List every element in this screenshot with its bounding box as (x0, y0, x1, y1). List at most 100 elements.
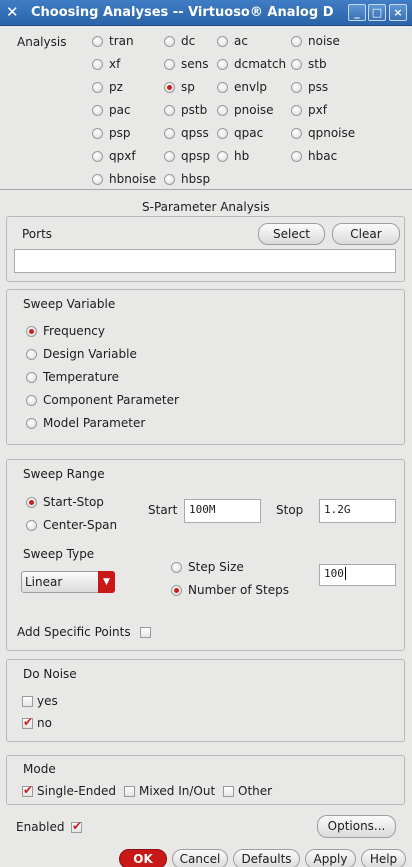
cancel-button[interactable]: Cancel (172, 849, 228, 867)
analysis-envlp-radio[interactable] (217, 82, 228, 93)
analysis-hbsp-radio[interactable] (164, 174, 175, 185)
analysis-pac-radio[interactable] (92, 105, 103, 116)
analysis-dc-label: dc (181, 34, 196, 48)
start-label: Start (148, 503, 178, 517)
minimize-button[interactable]: _ (348, 4, 366, 21)
analysis-qpss-radio[interactable] (164, 128, 175, 139)
analysis-qpsp-radio[interactable] (164, 151, 175, 162)
analysis-noise-radio[interactable] (291, 36, 302, 47)
dropdown-arrow-icon[interactable]: ▼ (98, 571, 115, 593)
ok-button[interactable]: OK (119, 849, 167, 867)
analysis-xf-radio[interactable] (92, 59, 103, 70)
analysis-qpnoise-label: qpnoise (308, 126, 356, 140)
analysis-qpxf-radio[interactable] (92, 151, 103, 162)
analysis-sp-radio[interactable] (164, 82, 175, 93)
analysis-label: Analysis (17, 35, 67, 49)
analysis-ac-radio[interactable] (217, 36, 228, 47)
clear-button[interactable]: Clear (332, 223, 400, 245)
mode-label: Mode (23, 762, 56, 776)
add-points-label: Add Specific Points (17, 625, 131, 639)
select-button[interactable]: Select (258, 223, 325, 245)
analysis-qpsp-label: qpsp (181, 149, 211, 163)
analysis-sp-label: sp (181, 80, 195, 94)
analysis-stb-radio[interactable] (291, 59, 302, 70)
sweep-var-temperature-radio[interactable] (26, 372, 37, 383)
analysis-tran-radio[interactable] (92, 36, 103, 47)
range-start-stop-label: Start-Stop (43, 495, 104, 509)
sweep-var-model-parameter-radio[interactable] (26, 418, 37, 429)
mode-mixed-in-out-label: Mixed In/Out (139, 784, 216, 798)
analysis-pss-radio[interactable] (291, 82, 302, 93)
stop-input[interactable]: 1.2G (319, 499, 396, 523)
analysis-pz-radio[interactable] (92, 82, 103, 93)
analysis-hb-label: hb (234, 149, 250, 163)
sweep-range-label: Sweep Range (23, 467, 105, 481)
analysis-pnoise-radio[interactable] (217, 105, 228, 116)
divider (0, 189, 412, 190)
app-menu-icon[interactable]: ✕ (6, 3, 19, 21)
maximize-button[interactable]: □ (368, 4, 386, 21)
analysis-qpac-radio[interactable] (217, 128, 228, 139)
analysis-dcmatch-radio[interactable] (217, 59, 228, 70)
analysis-hbac-label: hbac (308, 149, 338, 163)
step-step-size-radio[interactable] (171, 562, 182, 573)
add-points-checkbox[interactable] (140, 627, 151, 638)
analysis-qpss-label: qpss (181, 126, 209, 140)
step-number-of-steps-radio[interactable] (171, 585, 182, 596)
mode-other-label: Other (238, 784, 273, 798)
enabled-checkbox[interactable] (71, 819, 82, 833)
analysis-tran-label: tran (109, 34, 134, 48)
sweep-var-design-variable-radio[interactable] (26, 349, 37, 360)
defaults-button[interactable]: Defaults (233, 849, 300, 867)
sweep-variable-label: Sweep Variable (23, 297, 116, 311)
analysis-stb-label: stb (308, 57, 327, 71)
analysis-psp-radio[interactable] (92, 128, 103, 139)
sweep-type-label: Sweep Type (23, 547, 95, 561)
analysis-pz-label: pz (109, 80, 123, 94)
range-center-span-radio[interactable] (26, 520, 37, 531)
start-input[interactable]: 100M (184, 499, 261, 523)
window-title: Choosing Analyses -- Virtuoso® Analog D (31, 5, 334, 20)
sweep-var-frequency-radio[interactable] (26, 326, 37, 337)
sweep-var-model-parameter-label: Model Parameter (43, 416, 146, 430)
stop-label: Stop (276, 503, 304, 517)
enabled-label: Enabled (16, 820, 65, 834)
analysis-hbsp-label: hbsp (181, 172, 211, 186)
help-button[interactable]: Help (361, 849, 406, 867)
apply-button[interactable]: Apply (305, 849, 356, 867)
mode-other-checkbox[interactable] (223, 786, 234, 797)
sweep-var-design-variable-label: Design Variable (43, 347, 137, 361)
range-start-stop-radio[interactable] (26, 497, 37, 508)
analysis-qpac-label: qpac (234, 126, 264, 140)
mode-single-ended-label: Single-Ended (37, 784, 117, 798)
analysis-envlp-label: envlp (234, 80, 268, 94)
steps-input[interactable]: 100 (319, 564, 396, 586)
analysis-qpnoise-radio[interactable] (291, 128, 302, 139)
analysis-hb-radio[interactable] (217, 151, 228, 162)
ports-input[interactable] (14, 249, 396, 273)
analysis-sens-label: sens (181, 57, 209, 71)
analysis-pstb-radio[interactable] (164, 105, 175, 116)
analysis-hbnoise-radio[interactable] (92, 174, 103, 185)
ports-label: Ports (22, 227, 53, 241)
analysis-dc-radio[interactable] (164, 36, 175, 47)
analysis-pnoise-label: pnoise (234, 103, 274, 117)
mode-single-ended-checkbox[interactable] (22, 783, 33, 797)
sweep-var-frequency-label: Frequency (43, 324, 105, 338)
mode-mixed-in-out-checkbox[interactable] (124, 786, 135, 797)
analysis-sens-radio[interactable] (164, 59, 175, 70)
title-bar[interactable]: ✕ Choosing Analyses -- Virtuoso® Analog … (0, 0, 412, 26)
noise-no-checkbox[interactable] (22, 715, 33, 729)
analysis-ac-label: ac (234, 34, 248, 48)
sweep-type-select[interactable]: Linear ▼ (21, 571, 115, 593)
analysis-hbac-radio[interactable] (291, 151, 302, 162)
noise-yes-label: yes (37, 694, 58, 708)
analysis-pxf-radio[interactable] (291, 105, 302, 116)
analysis-pxf-label: pxf (308, 103, 327, 117)
options-button[interactable]: Options... (317, 815, 396, 838)
text-cursor (344, 567, 346, 580)
close-button[interactable]: × (389, 4, 407, 21)
noise-yes-checkbox[interactable] (22, 696, 33, 707)
step-step-size-label: Step Size (188, 560, 244, 574)
sweep-var-component-parameter-radio[interactable] (26, 395, 37, 406)
